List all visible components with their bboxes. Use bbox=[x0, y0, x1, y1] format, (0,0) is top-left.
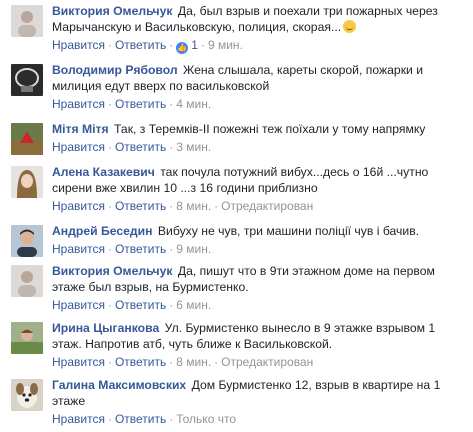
avatar[interactable] bbox=[11, 265, 43, 297]
comment-time[interactable]: 8 мин. bbox=[176, 355, 211, 369]
like-link[interactable]: Нравится bbox=[52, 242, 105, 256]
avatar[interactable] bbox=[11, 379, 43, 411]
comment-time[interactable]: 3 мин. bbox=[176, 140, 211, 154]
comment-time[interactable]: Только что bbox=[176, 412, 236, 426]
comment-author[interactable]: Виктория Омельчук bbox=[52, 264, 172, 278]
reply-link[interactable]: Ответить bbox=[115, 199, 166, 213]
reply-link[interactable]: Ответить bbox=[115, 97, 166, 111]
thumbs-up-icon[interactable]: 👍 bbox=[176, 42, 189, 54]
comments-list: Виктория Омельчук Да, был взрыв и поехал… bbox=[0, 0, 473, 432]
reply-link[interactable]: Ответить bbox=[115, 242, 166, 256]
edited-label[interactable]: Отредактирован bbox=[221, 355, 313, 369]
avatar[interactable] bbox=[11, 225, 43, 257]
like-link[interactable]: Нравится bbox=[52, 38, 105, 52]
comment-author[interactable]: Мітя Мітя bbox=[52, 122, 109, 136]
reply-link[interactable]: Ответить bbox=[115, 412, 166, 426]
comment-time[interactable]: 9 мин. bbox=[208, 38, 243, 52]
like-link[interactable]: Нравится bbox=[52, 140, 105, 154]
comment-author[interactable]: Ирина Цыганкова bbox=[52, 321, 159, 335]
like-link[interactable]: Нравится bbox=[52, 97, 105, 111]
reply-link[interactable]: Ответить bbox=[115, 140, 166, 154]
comment-time[interactable]: 8 мин. bbox=[176, 199, 211, 213]
comment-author[interactable]: Алена Казакевич bbox=[52, 165, 155, 179]
avatar[interactable] bbox=[11, 322, 43, 354]
relieved-face-emoji-icon bbox=[343, 20, 357, 33]
comment-author[interactable]: Володимир Рябовол bbox=[52, 63, 178, 77]
reply-link[interactable]: Ответить bbox=[115, 38, 166, 52]
reply-link[interactable]: Ответить bbox=[115, 298, 166, 312]
avatar[interactable] bbox=[11, 64, 43, 96]
comment-time[interactable]: 9 мин. bbox=[176, 242, 211, 256]
comment-author[interactable]: Андрей Беседин bbox=[52, 224, 153, 238]
avatar[interactable] bbox=[11, 5, 43, 37]
comment-text: Так, з Теремків-II пожежні теж поїхали у… bbox=[114, 122, 426, 136]
comment-time[interactable]: 6 мин. bbox=[176, 298, 211, 312]
like-link[interactable]: Нравится bbox=[52, 298, 105, 312]
like-link[interactable]: Нравится bbox=[52, 199, 105, 213]
like-link[interactable]: Нравится bbox=[52, 412, 105, 426]
comment-author[interactable]: Виктория Омельчук bbox=[52, 4, 172, 18]
like-link[interactable]: Нравится bbox=[52, 355, 105, 369]
reply-link[interactable]: Ответить bbox=[115, 355, 166, 369]
avatar[interactable] bbox=[11, 123, 43, 155]
like-count[interactable]: 1 bbox=[191, 38, 198, 52]
comment-time[interactable]: 4 мин. bbox=[176, 97, 211, 111]
edited-label[interactable]: Отредактирован bbox=[221, 199, 313, 213]
comment-text: Вибуху не чув, три машини поліції чув і … bbox=[157, 224, 420, 238]
avatar[interactable] bbox=[11, 166, 43, 198]
comment-author[interactable]: Галина Максимовских bbox=[52, 378, 186, 392]
